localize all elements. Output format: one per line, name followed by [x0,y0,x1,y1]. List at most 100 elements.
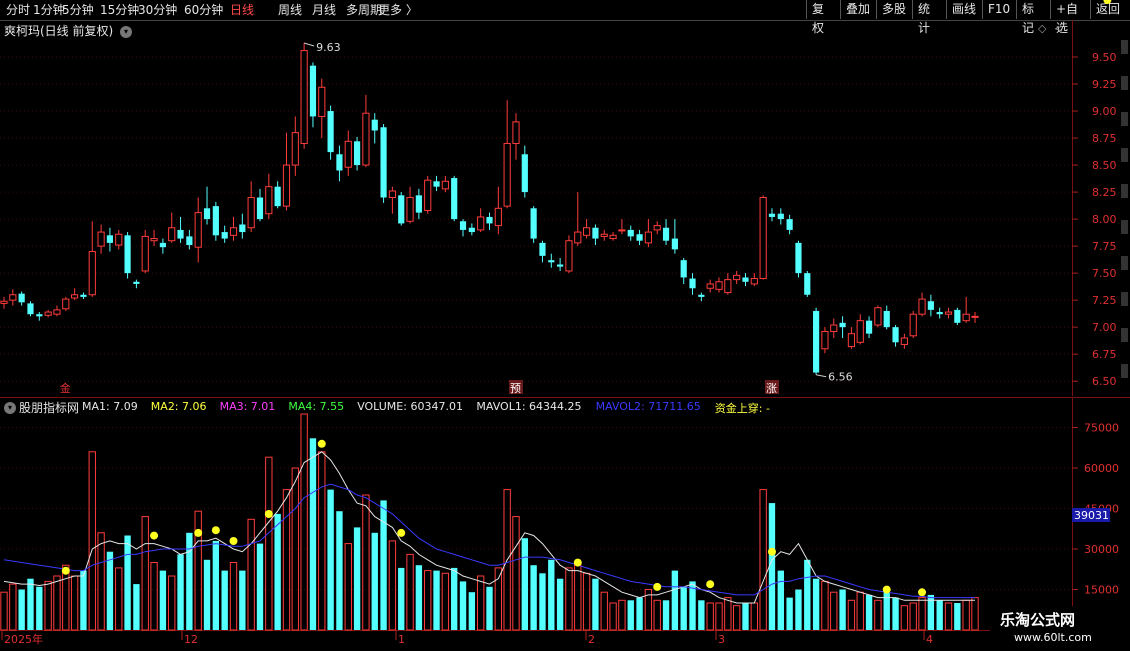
price-tick-label-2: 9.00 [1092,105,1117,118]
volume-bar-30 [265,456,273,631]
volume-bar-44 [388,540,397,631]
volume-bar-40 [353,527,361,630]
candle-body-106 [936,312,943,315]
candle-body-58 [512,121,520,144]
volume-bar-2 [18,589,25,630]
candle-body-56 [494,207,502,227]
candle-body-5 [44,311,52,316]
price-tick-label-12: 6.50 [1092,375,1117,388]
candle-body-89 [786,219,793,230]
candle-body-88 [777,213,784,220]
candle-body-11 [97,231,105,247]
price-tick-label-8: 7.50 [1092,267,1117,280]
candle-body-94 [830,324,838,332]
candle-body-61 [539,242,546,256]
volume-bar-4 [36,586,43,630]
candle-body-14 [124,235,131,274]
signal-dot-12 [882,585,891,594]
volume-bar-77 [680,586,687,630]
price-tick-label-0: 9.50 [1092,51,1117,64]
candle-body-37 [327,111,334,153]
volume-bar-5 [44,580,52,631]
candle-body-81 [715,281,723,290]
candle-body-19 [168,227,176,242]
candle-body-92 [813,310,820,373]
high-label: 9.63 [316,41,341,54]
volume-bar-99 [874,599,882,631]
candle-body-90 [795,242,802,274]
volume-bar-49 [433,570,440,630]
marker-1: 预 [510,382,521,395]
volume-bar-15 [133,584,140,630]
candle-body-80 [706,283,714,289]
axis-glyph-6 [1121,256,1128,270]
volume-bar-50 [441,572,450,631]
candle-body-103 [909,313,917,337]
candle-body-108 [954,309,961,323]
candle-body-104 [918,298,926,315]
candle-body-16 [141,235,149,272]
marker-0: 金 [60,381,71,395]
candle-body-74 [653,225,661,231]
signal-dot-9 [653,582,662,591]
volume-bar-107 [944,602,953,631]
axis-glyph-0 [1121,40,1128,54]
chart-canvas: 9.50 9.25 9.00 8.75 8.50 8.25 8.00 7.75 7.50 7.25… [0,0,1128,646]
candle-body-45 [398,195,405,224]
candle-body-17 [150,238,158,242]
candle-body-78 [689,278,696,289]
candle-body-98 [865,320,873,334]
volume-bar-91 [804,559,811,630]
candle-body-69 [609,234,617,240]
candle-body-6 [53,309,61,315]
volume-bar-13 [115,567,123,631]
volume-bar-24 [212,540,220,630]
volume-bar-109 [962,599,970,631]
watermark-title: 乐淘公式网 [1000,611,1076,629]
signal-dot-0 [61,566,70,575]
price-tick-label-5: 8.25 [1092,186,1117,199]
volume-bar-47 [415,565,423,630]
candle-body-4 [36,314,43,317]
candle-body-41 [362,112,370,166]
volume-bar-11 [97,532,105,631]
candle-body-39 [344,140,352,168]
signal-dot-8 [573,558,582,567]
candle-body-76 [671,238,678,250]
candle-body-66 [583,227,591,236]
vol-tick-label-0: 75000 [1084,422,1119,435]
volume-bar-7 [62,564,70,631]
volume-bar-93 [821,580,829,631]
axis-glyph-2 [1121,112,1128,126]
candle-body-47 [415,195,422,213]
candle-body-100 [883,310,890,328]
price-tick-label-6: 8.00 [1092,213,1117,226]
date-label-3: 2 [588,633,595,646]
signal-dot-6 [317,439,326,448]
volume-bar-102 [900,605,909,631]
signal-dot-10 [706,580,715,589]
volume-bar-84 [742,603,749,630]
price-tick-label-9: 7.25 [1092,294,1117,307]
candle-body-8 [71,294,79,299]
volume-bar-20 [177,554,184,630]
candle-body-85 [750,278,758,285]
volume-bar-79 [698,600,705,630]
volume-bar-90 [795,589,802,630]
candle-body-44 [388,190,396,198]
volume-bar-39 [344,543,352,631]
volume-bar-36 [318,451,326,631]
candle-body-60 [530,208,537,239]
candle-body-46 [406,196,414,222]
candle-body-2 [18,293,25,303]
candle-body-28 [247,196,255,229]
candle-body-3 [27,303,34,315]
volume-bar-43 [380,500,387,630]
candle-body-21 [186,236,193,246]
volume-bar-61 [539,573,546,630]
volume-bar-6 [53,575,61,631]
candle-body-95 [839,322,846,328]
volume-bar-94 [830,591,838,631]
candle-body-64 [565,240,573,272]
date-label-4: 3 [718,633,725,646]
